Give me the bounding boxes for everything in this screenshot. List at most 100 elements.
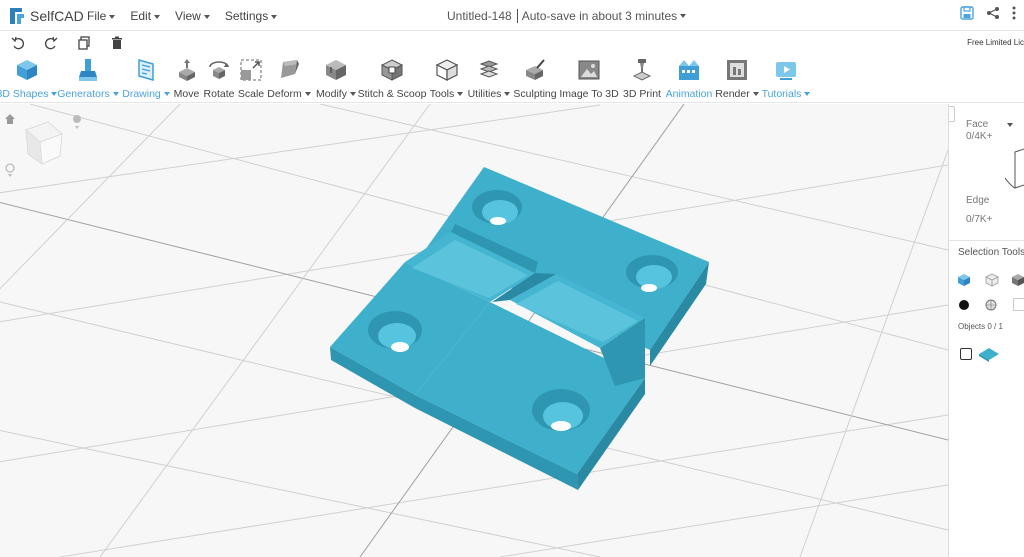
selfcad-logo-icon (10, 8, 24, 24)
tool-tutorials[interactable]: Tutorials (762, 57, 811, 100)
chevron-down-icon (154, 14, 161, 19)
menu-file[interactable]: File (87, 9, 116, 23)
orbit-icon[interactable] (4, 162, 16, 178)
tool-generators[interactable]: Generators (57, 57, 119, 100)
tool-render[interactable]: Render (715, 57, 759, 100)
menu-settings[interactable]: Settings (225, 9, 278, 23)
selection-tools-label: Selection Tools (958, 247, 1024, 258)
face-count: 0/4K+ (966, 131, 993, 142)
autosave-status[interactable]: Auto-save in about 3 minutes (522, 9, 677, 23)
objects-count: Objects 0 / 1 (958, 322, 1003, 331)
scale-icon (240, 59, 262, 81)
tools-icon (435, 59, 458, 81)
image-icon (578, 60, 600, 80)
tool-modify[interactable]: Modify (314, 57, 358, 100)
tool-animation[interactable]: Animation (664, 57, 714, 100)
chevron-down-icon (112, 92, 119, 97)
drawing-icon (138, 59, 154, 81)
chevron-down-icon (457, 92, 464, 97)
chevron-right-icon: › (949, 109, 950, 120)
home-view-icon[interactable] (4, 113, 16, 125)
render-icon (727, 60, 747, 80)
redo-button[interactable] (43, 35, 59, 51)
save-icon[interactable] (960, 6, 974, 20)
selfcad-app: SelfCAD File Edit View Settings Untitled… (0, 0, 1024, 557)
scene-canvas[interactable] (0, 104, 948, 557)
tool-move[interactable]: Move (172, 57, 201, 100)
copy-icon (78, 36, 90, 50)
undo-button[interactable] (10, 35, 26, 51)
tool-rotate[interactable]: Rotate (203, 57, 235, 100)
modify-icon (326, 60, 346, 80)
document-title[interactable]: Untitled-148 (447, 9, 512, 23)
move-icon (178, 59, 195, 81)
hinge-model[interactable] (330, 167, 709, 490)
collapse-panel-button[interactable]: › (949, 106, 955, 122)
tool-drawing[interactable]: Drawing (121, 57, 171, 100)
printer-icon (632, 59, 652, 81)
video-tutorial-icon (776, 62, 796, 80)
select-solid-icon[interactable] (957, 273, 971, 287)
deform-icon (281, 60, 299, 78)
rotate-icon (209, 61, 229, 79)
animation-icon (679, 60, 699, 80)
tool-3d-shapes[interactable]: 3D Shapes (0, 57, 58, 100)
chevron-down-icon (163, 92, 170, 97)
more-options-icon[interactable] (1012, 6, 1016, 20)
sculpting-icon (526, 59, 545, 80)
title-bar: SelfCAD File Edit View Settings Untitled… (0, 0, 1024, 31)
trash-icon (112, 36, 122, 49)
copy-button[interactable] (76, 35, 92, 51)
main-toolbar: 3D Shapes Generators Drawing Move Rotate… (0, 55, 1024, 103)
edge-count: 0/7K+ (966, 214, 993, 225)
app-name: SelfCAD (30, 8, 84, 24)
chevron-down-icon[interactable] (1007, 123, 1013, 127)
share-icon[interactable] (986, 6, 1000, 20)
redo-icon (45, 36, 58, 50)
edge-label: Edge (966, 195, 990, 206)
generator-icon (79, 59, 97, 81)
chevron-down-icon[interactable] (680, 14, 687, 18)
delete-button[interactable] (109, 35, 125, 51)
3d-viewport[interactable] (0, 104, 948, 557)
license-label[interactable]: Free Limited Lic (967, 38, 1024, 47)
axis-dot-icon[interactable] (72, 114, 82, 130)
stitch-scoop-icon (380, 59, 404, 81)
chevron-down-icon (804, 92, 811, 97)
select-point-icon[interactable] (958, 299, 970, 311)
menu-edit[interactable]: Edit (130, 9, 161, 23)
tool-utilities[interactable]: Utilities (466, 57, 512, 100)
tool-sculpting[interactable]: Sculpting (513, 57, 557, 100)
tool-deform[interactable]: Deform (266, 57, 312, 100)
cube-icon (17, 60, 37, 80)
object-checkbox[interactable] (960, 348, 972, 360)
select-wireframe-icon[interactable] (985, 273, 999, 287)
selection-mode-cube-icon[interactable] (1005, 142, 1024, 202)
chevron-down-icon (271, 14, 278, 19)
select-box-toggle[interactable] (1013, 298, 1024, 311)
tool-scale[interactable]: Scale (237, 57, 265, 100)
utilities-icon (479, 60, 499, 78)
app-logo[interactable]: SelfCAD (8, 6, 84, 26)
select-faces-icon[interactable] (1011, 273, 1024, 287)
title-bar-actions (960, 6, 1024, 20)
chevron-down-icon (752, 92, 759, 97)
chevron-down-icon (109, 14, 116, 19)
quick-actions: Free Limited Lic (0, 32, 1024, 54)
tool-image-to-3d[interactable]: Image To 3D (559, 57, 619, 100)
tool-stitch-scoop[interactable]: Stitch & Scoop (358, 57, 426, 100)
menu-view[interactable]: View (175, 9, 210, 23)
tool-tools[interactable]: Tools (429, 57, 464, 100)
right-panel: › Face 0/4K+ Edge 0/7K+ Selection Tools … (948, 104, 1024, 557)
object-thumbnail-icon[interactable] (977, 346, 1001, 362)
main-menu: File Edit View Settings (87, 9, 292, 23)
chevron-down-icon (203, 14, 210, 19)
view-cube[interactable] (18, 118, 68, 168)
document-title-area: Untitled-148 Auto-save in about 3 minute… (447, 9, 687, 23)
select-sphere-icon[interactable] (985, 299, 997, 311)
face-label: Face (966, 119, 989, 130)
chevron-down-icon (349, 92, 356, 97)
tool-3d-print[interactable]: 3D Print (621, 57, 663, 100)
chevron-down-icon (304, 92, 311, 97)
undo-icon (11, 36, 24, 50)
